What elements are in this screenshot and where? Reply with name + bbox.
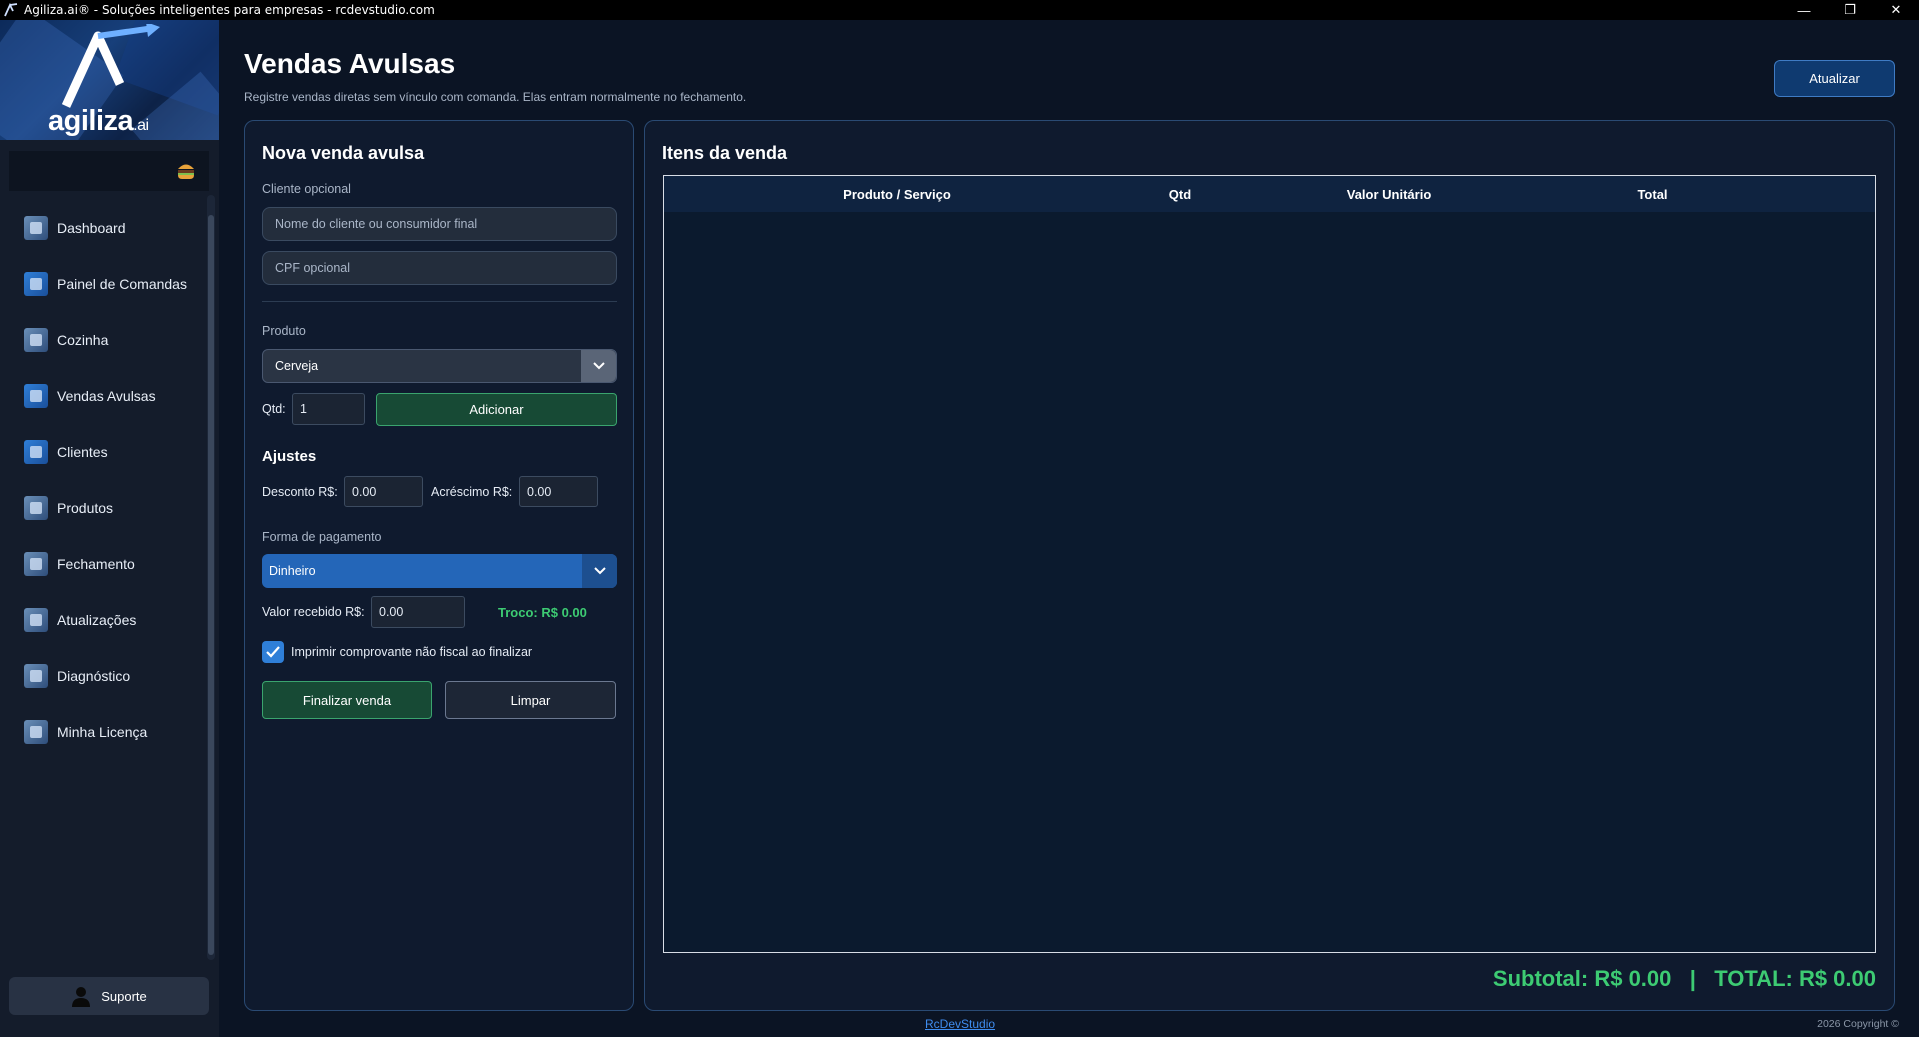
column-product[interactable]: Produto / Serviço <box>664 176 1130 212</box>
surcharge-label: Acréscimo R$: <box>431 485 513 499</box>
brand-logo: agiliza.ai <box>0 20 219 140</box>
footer-link[interactable]: RcDevStudio <box>925 1017 995 1031</box>
qty-input[interactable]: 1 <box>292 393 365 425</box>
sidebar-nav: Dashboard Painel de Comandas Cozinha Vendas… <box>0 200 205 760</box>
received-label: Valor recebido R$: <box>262 605 365 619</box>
new-sale-panel: Nova venda avulsa Cliente opcional Nome … <box>244 120 634 1011</box>
sidebar-item-label: Minha Licença <box>57 724 148 740</box>
chevron-down-icon[interactable] <box>582 554 617 588</box>
surcharge-input[interactable]: 0.00 <box>519 476 598 507</box>
sidebar-item-diagnostico[interactable]: Diagnóstico <box>0 648 205 704</box>
support-button[interactable]: Suporte <box>9 977 209 1015</box>
app-logo-icon <box>4 3 18 17</box>
support-label: Suporte <box>101 988 147 1004</box>
new-sale-heading: Nova venda avulsa <box>262 143 425 163</box>
sale-totals: Subtotal: R$ 0.00 | TOTAL: R$ 0.00 <box>1492 966 1876 991</box>
sidebar-item-label: Diagnóstico <box>57 668 131 684</box>
sidebar-item-produtos[interactable]: Produtos <box>0 480 205 536</box>
form-divider <box>262 301 617 302</box>
discount-label: Desconto R$: <box>262 485 338 499</box>
product-select[interactable]: Cerveja <box>262 349 617 383</box>
column-unit-price[interactable]: Valor Unitário <box>1230 176 1548 212</box>
sidebar-item-clientes[interactable]: Clientes <box>0 424 205 480</box>
closing-icon <box>24 552 48 576</box>
sidebar-item-label: Atualizações <box>57 612 137 628</box>
payment-label: Forma de pagamento <box>262 530 382 544</box>
print-receipt-checkbox[interactable] <box>262 641 284 663</box>
page-title: Vendas Avulsas <box>244 48 456 79</box>
sidebar-item-fechamento[interactable]: Fechamento <box>0 536 205 592</box>
sidebar-item-label: Dashboard <box>57 220 126 236</box>
sale-items-heading: Itens da venda <box>662 143 788 163</box>
products-icon <box>24 496 48 520</box>
license-icon <box>24 720 48 744</box>
kitchen-icon <box>24 328 48 352</box>
received-input[interactable]: 0.00 <box>371 596 465 628</box>
payment-selected-value: Dinheiro <box>269 564 316 578</box>
chevron-down-icon[interactable] <box>581 350 616 382</box>
restore-button[interactable]: ❐ <box>1827 0 1873 20</box>
window-title: Agiliza.ai® - Soluções inteligentes para… <box>24 3 435 17</box>
updates-icon <box>24 608 48 632</box>
cpf-input[interactable]: CPF opcional <box>262 251 617 285</box>
column-qty[interactable]: Qtd <box>1130 176 1230 212</box>
sidebar-toolbar <box>9 151 209 191</box>
payment-method-select[interactable]: Dinheiro <box>262 554 617 588</box>
sidebar-item-dashboard[interactable]: Dashboard <box>0 200 205 256</box>
burger-icon[interactable] <box>175 159 197 181</box>
sidebar-item-label: Produtos <box>57 500 114 516</box>
sidebar-item-painel-de-comandas[interactable]: Painel de Comandas <box>0 256 205 312</box>
logo-wordmark: agiliza.ai <box>48 105 149 137</box>
sidebar-item-minha-licenca[interactable]: Minha Licença <box>0 704 205 760</box>
finish-sale-button[interactable]: Finalizar venda <box>262 681 432 719</box>
close-button[interactable]: ✕ <box>1873 0 1919 20</box>
clients-icon <box>24 440 48 464</box>
dashboard-icon <box>24 216 48 240</box>
orders-panel-icon <box>24 272 48 296</box>
footer-copyright: 2026 Copyright © <box>1817 1018 1899 1030</box>
change-amount: Troco: R$ 0.00 <box>498 605 587 620</box>
table-header: Produto / Serviço Qtd Valor Unitário Tot… <box>664 176 1875 212</box>
adjustments-heading: Ajustes <box>262 448 317 465</box>
minimize-button[interactable]: — <box>1781 0 1827 20</box>
sidebar-item-label: Fechamento <box>57 556 135 572</box>
sale-items-table: Produto / Serviço Qtd Valor Unitário Tot… <box>663 175 1876 953</box>
qty-label: Qtd: <box>262 402 286 416</box>
sidebar-item-label: Cozinha <box>57 332 109 348</box>
clear-button[interactable]: Limpar <box>445 681 616 719</box>
sidebar-item-vendas-avulsas[interactable]: Vendas Avulsas <box>0 368 205 424</box>
page-subtitle: Registre vendas diretas sem vínculo com … <box>244 90 747 104</box>
window-titlebar: Agiliza.ai® - Soluções inteligentes para… <box>0 0 1919 20</box>
sidebar: agiliza.ai Dashboard Painel de Comandas Co… <box>0 20 219 1037</box>
sales-icon <box>24 384 48 408</box>
logo-arrow-icon <box>61 24 160 108</box>
column-total[interactable]: Total <box>1548 176 1757 212</box>
discount-input[interactable]: 0.00 <box>344 476 423 507</box>
client-name-input[interactable]: Nome do cliente ou consumidor final <box>262 207 617 241</box>
support-agent-icon <box>72 987 91 1007</box>
client-label: Cliente opcional <box>262 182 351 196</box>
print-receipt-label: Imprimir comprovante não fiscal ao final… <box>291 645 533 659</box>
product-label: Produto <box>262 324 306 338</box>
diagnostics-icon <box>24 664 48 688</box>
product-selected-value: Cerveja <box>275 359 319 373</box>
add-item-button[interactable]: Adicionar <box>376 393 617 426</box>
sidebar-scrollbar[interactable] <box>207 195 215 960</box>
sidebar-item-atualizacoes[interactable]: Atualizações <box>0 592 205 648</box>
check-icon <box>266 646 280 658</box>
sidebar-item-label: Clientes <box>57 444 108 460</box>
refresh-button[interactable]: Atualizar <box>1774 60 1895 97</box>
sidebar-item-cozinha[interactable]: Cozinha <box>0 312 205 368</box>
sale-items-panel: Itens da venda Produto / Serviço Qtd Val… <box>644 120 1895 1011</box>
sidebar-item-label: Painel de Comandas <box>57 276 187 292</box>
sidebar-item-label: Vendas Avulsas <box>57 388 156 404</box>
